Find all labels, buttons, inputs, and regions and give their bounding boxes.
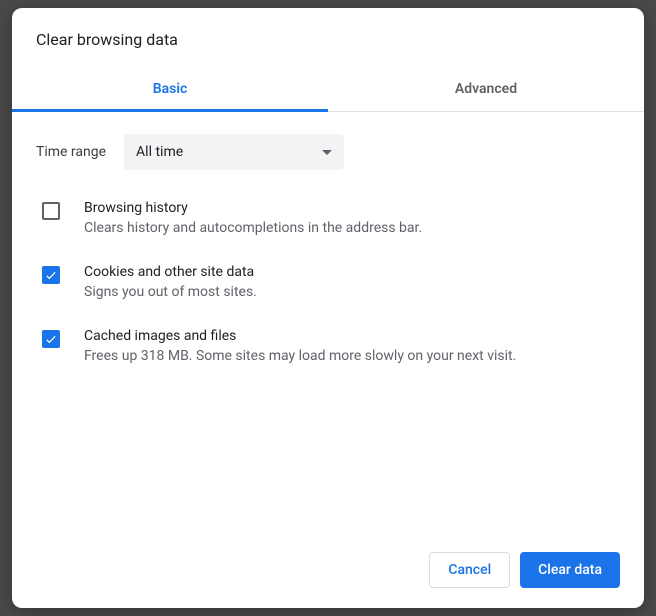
option-title: Cookies and other site data: [84, 264, 620, 280]
tab-advanced[interactable]: Advanced: [328, 67, 644, 111]
clear-browsing-data-dialog: Clear browsing data Basic Advanced Time …: [12, 8, 644, 608]
option-cookies: Cookies and other site data Signs you ou…: [36, 264, 620, 300]
option-desc: Clears history and autocompletions in th…: [84, 220, 620, 236]
tabs: Basic Advanced: [12, 67, 644, 112]
tab-basic[interactable]: Basic: [12, 67, 328, 111]
option-title: Cached images and files: [84, 328, 620, 344]
option-text: Cached images and files Frees up 318 MB.…: [84, 328, 620, 364]
clear-data-button[interactable]: Clear data: [520, 552, 620, 588]
option-title: Browsing history: [84, 200, 620, 216]
dialog-title: Clear browsing data: [12, 8, 644, 67]
option-text: Browsing history Clears history and auto…: [84, 200, 620, 236]
option-browsing-history: Browsing history Clears history and auto…: [36, 200, 620, 236]
checkbox-cookies[interactable]: [42, 266, 60, 284]
checkbox-cache[interactable]: [42, 330, 60, 348]
cancel-button[interactable]: Cancel: [429, 552, 510, 588]
check-icon: [44, 332, 58, 346]
time-range-select[interactable]: All time: [124, 134, 344, 170]
dialog-content: Time range All time Browsing history Cle…: [12, 112, 644, 536]
option-desc: Signs you out of most sites.: [84, 284, 620, 300]
time-range-label: Time range: [36, 144, 106, 160]
dialog-footer: Cancel Clear data: [12, 536, 644, 608]
option-cache: Cached images and files Frees up 318 MB.…: [36, 328, 620, 364]
chevron-down-icon: [322, 150, 332, 155]
check-icon: [44, 268, 58, 282]
checkbox-browsing-history[interactable]: [42, 202, 60, 220]
option-text: Cookies and other site data Signs you ou…: [84, 264, 620, 300]
time-range-row: Time range All time: [36, 134, 620, 170]
time-range-value: All time: [136, 144, 183, 160]
option-desc: Frees up 318 MB. Some sites may load mor…: [84, 348, 620, 364]
